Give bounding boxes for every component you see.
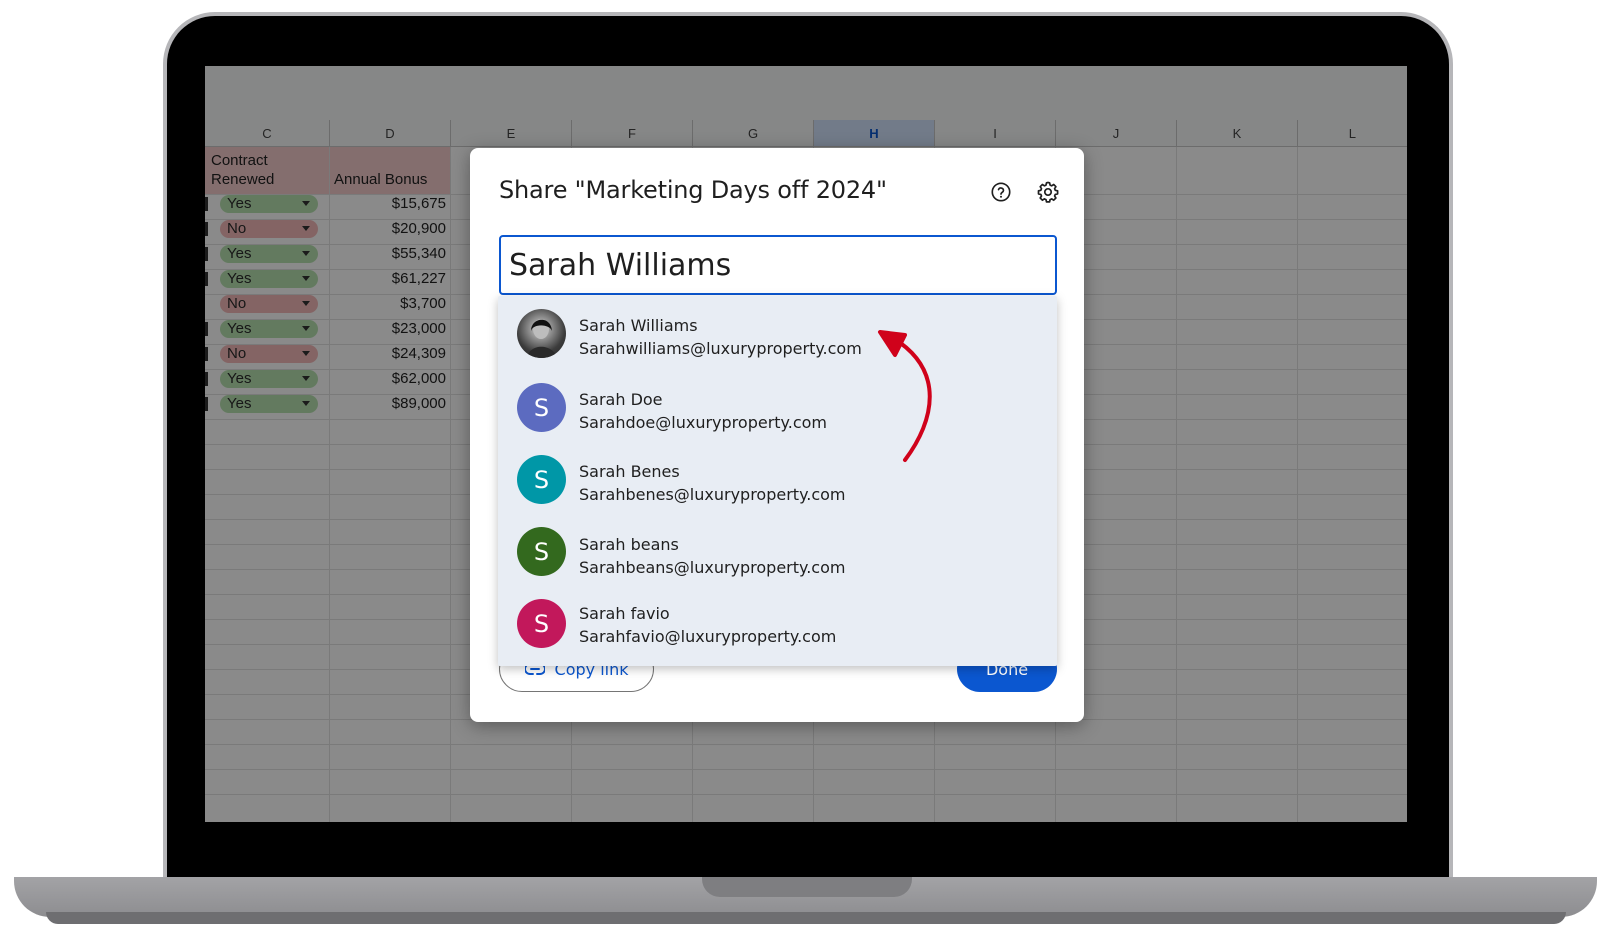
- suggestion-email: Sarahbenes@luxuryproperty.com: [579, 485, 846, 504]
- suggestion-dropdown: Sarah Williams Sarahwilliams@luxuryprope…: [498, 296, 1057, 666]
- help-icon: [991, 182, 1011, 202]
- avatar: S: [517, 527, 566, 576]
- suggestion-item[interactable]: S Sarah Benes Sarahbenes@luxuryproperty.…: [498, 452, 1057, 522]
- avatar: S: [517, 383, 566, 432]
- suggestion-email: Sarahdoe@luxuryproperty.com: [579, 413, 827, 432]
- suggestion-name: Sarah favio: [579, 604, 670, 623]
- suggestion-item[interactable]: S Sarah beans Sarahbeans@luxuryproperty.…: [498, 525, 1057, 595]
- suggestion-email: Sarahwilliams@luxuryproperty.com: [579, 339, 862, 358]
- suggestion-item[interactable]: S Sarah favio Sarahfavio@luxuryproperty.…: [498, 594, 1057, 664]
- suggestion-email: Sarahbeans@luxuryproperty.com: [579, 558, 846, 577]
- suggestion-item[interactable]: S Sarah Doe Sarahdoe@luxuryproperty.com: [498, 378, 1057, 448]
- avatar: S: [517, 455, 566, 504]
- laptop-base-shadow: [46, 912, 1566, 924]
- help-button[interactable]: [987, 178, 1015, 206]
- suggestion-name: Sarah beans: [579, 535, 679, 554]
- avatar: [517, 309, 566, 358]
- suggestion-name: Sarah Benes: [579, 462, 680, 481]
- laptop-notch: [702, 877, 912, 897]
- gear-icon: [1037, 181, 1059, 203]
- suggestion-item[interactable]: Sarah Williams Sarahwilliams@luxuryprope…: [498, 304, 1057, 374]
- avatar: S: [517, 599, 566, 648]
- suggestion-email: Sarahfavio@luxuryproperty.com: [579, 627, 837, 646]
- suggestion-name: Sarah Williams: [579, 316, 698, 335]
- suggestion-name: Sarah Doe: [579, 390, 663, 409]
- profile-photo-icon: [527, 319, 557, 358]
- settings-button[interactable]: [1034, 178, 1062, 206]
- dialog-title: Share "Marketing Days off 2024": [499, 176, 887, 204]
- add-people-input[interactable]: [499, 235, 1057, 295]
